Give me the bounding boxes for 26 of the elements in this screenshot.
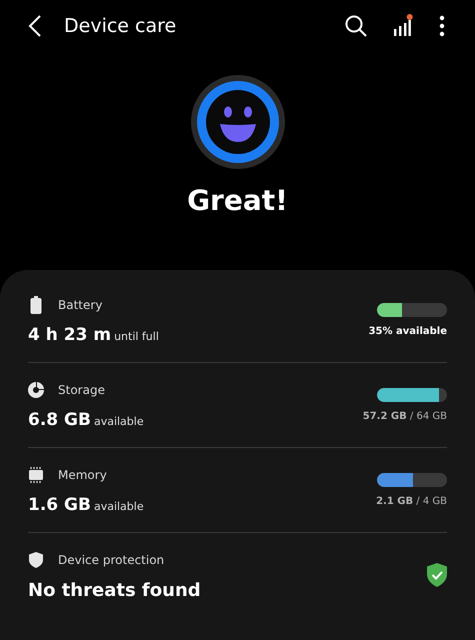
bar-chart-icon[interactable] <box>393 14 413 38</box>
status-text: Great! <box>187 184 288 217</box>
item-value: 4 h 23 m <box>28 325 112 345</box>
usage-reading: 57.2 GB / 64 GB <box>362 411 447 422</box>
usage-reading: 2.1 GB / 4 GB <box>376 496 447 507</box>
shield-icon <box>28 552 44 568</box>
back-icon[interactable] <box>28 15 42 37</box>
item-value: 6.8 GB <box>28 410 91 430</box>
page-title: Device care <box>64 15 176 37</box>
item-label: Battery <box>58 298 102 312</box>
search-icon[interactable] <box>345 15 367 37</box>
usage-reading: 35% available <box>368 326 447 337</box>
more-options-icon[interactable] <box>439 15 445 37</box>
item-unit: available <box>94 500 144 513</box>
item-label: Memory <box>58 468 107 482</box>
chip-icon <box>28 467 44 483</box>
smiley-face-icon <box>190 74 286 170</box>
item-label: Storage <box>58 383 105 397</box>
item-value: No threats found <box>28 580 201 600</box>
pie-chart-icon <box>28 382 44 398</box>
shield-check-icon <box>427 563 447 587</box>
battery-icon <box>28 296 44 314</box>
item-label: Device protection <box>58 552 164 566</box>
item-unit: until full <box>114 330 159 343</box>
item-value: 1.6 GB <box>28 495 91 515</box>
item-unit: available <box>94 415 144 428</box>
